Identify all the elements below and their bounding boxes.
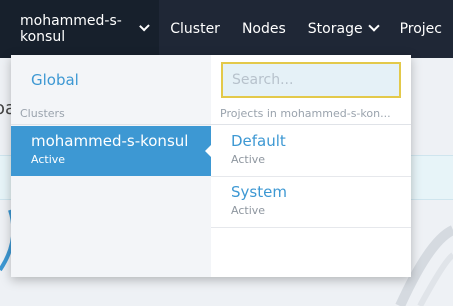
nav-projects-label: Projec xyxy=(399,21,442,37)
project-item-default[interactable]: Default Active xyxy=(211,126,411,177)
project-status: Active xyxy=(231,153,266,166)
cluster-name: mohammed-s-konsul xyxy=(31,132,189,150)
nav-storage[interactable]: Storage xyxy=(297,20,389,37)
nav-nodes[interactable]: Nodes xyxy=(231,21,297,37)
project-item-system[interactable]: System Active xyxy=(211,177,411,228)
cluster-status: Active xyxy=(31,153,66,166)
search-input[interactable] xyxy=(221,62,401,98)
project-name: Default xyxy=(231,132,286,150)
projects-column: Projects in mohammed-s-kon... Default Ac… xyxy=(211,55,411,277)
chevron-down-icon xyxy=(138,20,150,32)
nav-nodes-label: Nodes xyxy=(241,21,286,37)
cluster-project-dropdown: Global Clusters mohammed-s-konsul Active… xyxy=(11,55,411,277)
chevron-down-icon xyxy=(367,20,380,32)
projects-header: Projects in mohammed-s-kon... xyxy=(211,107,411,125)
cluster-item[interactable]: mohammed-s-konsul Active xyxy=(11,126,211,176)
project-status: Active xyxy=(231,204,266,217)
clusters-column: Global Clusters mohammed-s-konsul Active xyxy=(11,55,211,277)
top-navigation: mohammed-s-konsul Cluster Nodes Storage … xyxy=(0,0,453,58)
cluster-selector[interactable]: mohammed-s-konsul xyxy=(0,0,160,58)
nav-cluster[interactable]: Cluster xyxy=(159,21,231,37)
cluster-selector-label: mohammed-s-konsul xyxy=(20,13,122,45)
nav-projects[interactable]: Projec xyxy=(389,21,453,37)
nav-cluster-label: Cluster xyxy=(170,21,220,37)
clusters-header: Clusters xyxy=(11,107,211,125)
global-link[interactable]: Global xyxy=(31,71,79,89)
nav-storage-label: Storage xyxy=(307,21,363,37)
project-name: System xyxy=(231,183,287,201)
